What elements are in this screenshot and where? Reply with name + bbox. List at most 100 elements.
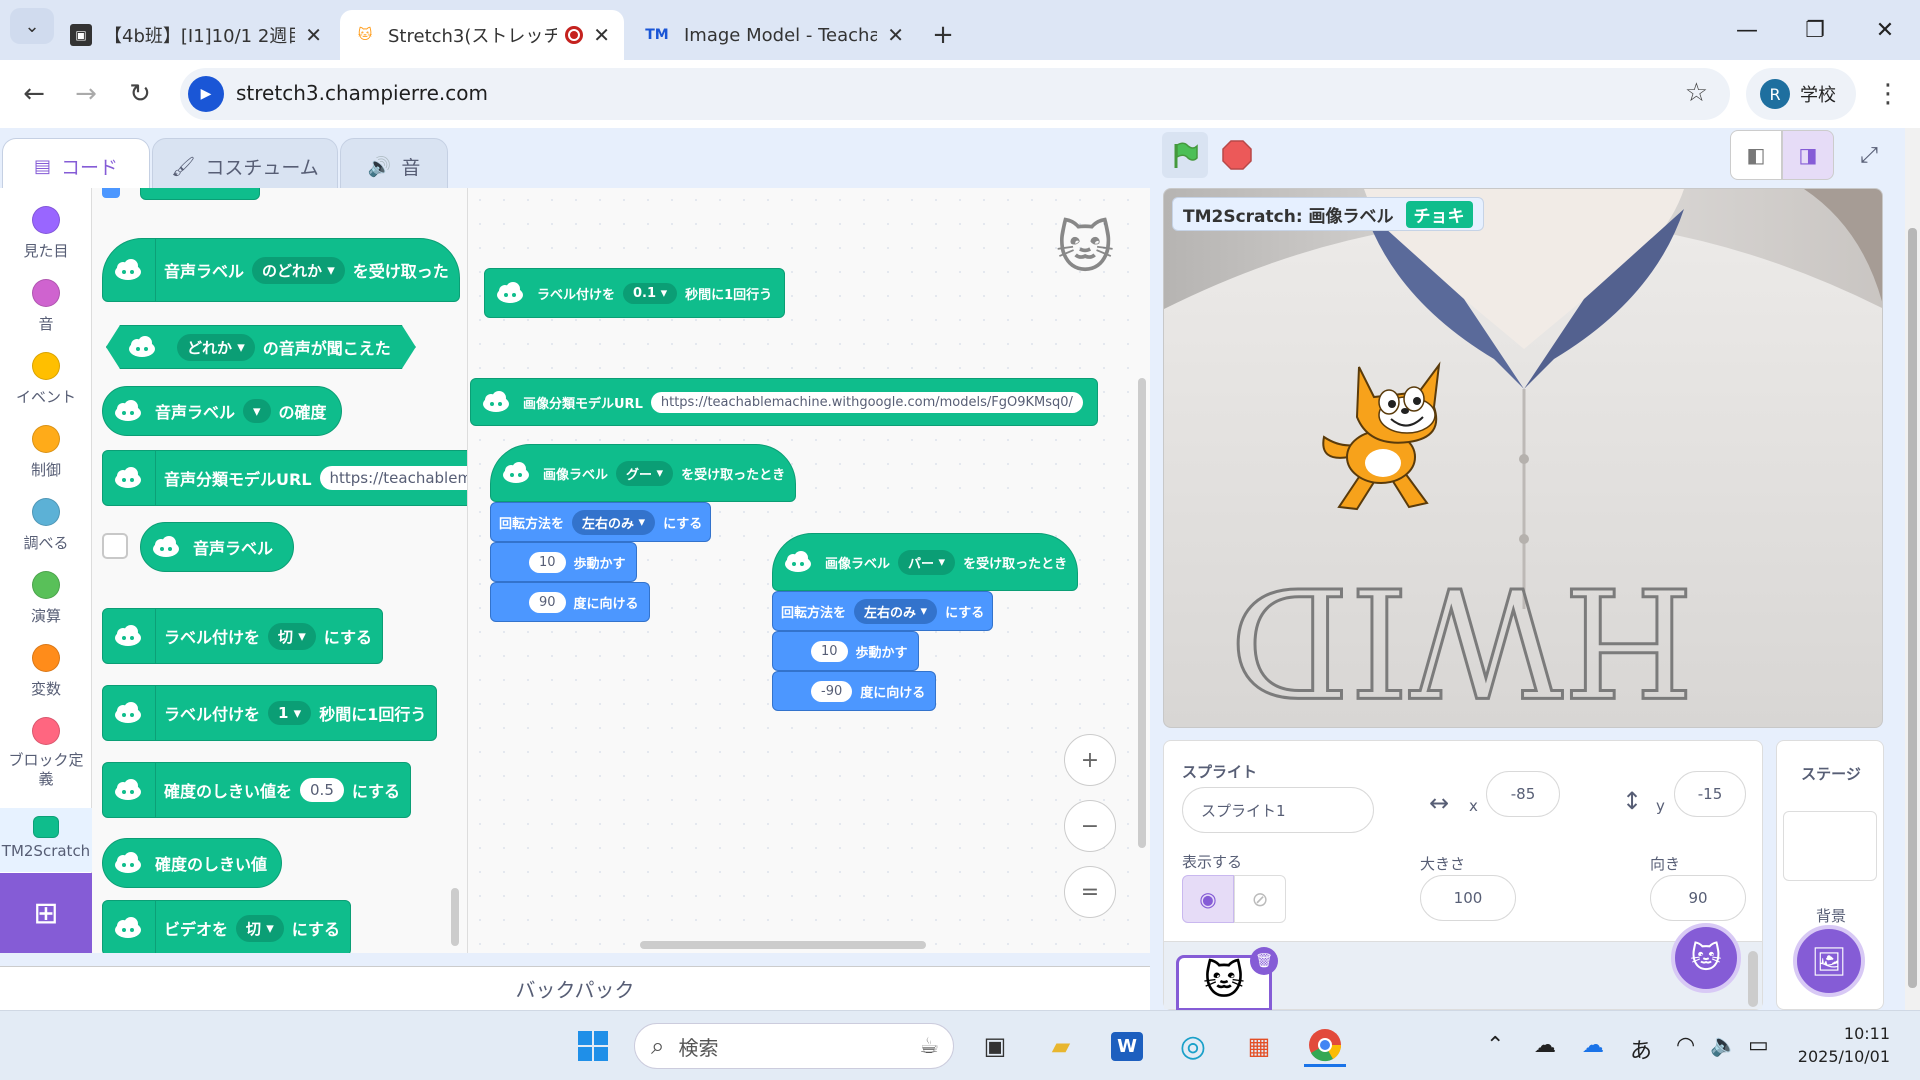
workspace-h-scrollbar[interactable] bbox=[640, 941, 926, 949]
interval-dropdown[interactable]: 0.1 ▾ bbox=[623, 282, 678, 304]
tab-stretch3[interactable]: 🐱 Stretch3(ストレッチスリー) ✕ bbox=[340, 10, 624, 60]
edge-button[interactable]: ◎ bbox=[1172, 1025, 1214, 1067]
label-dropdown[interactable]: パー ▾ bbox=[898, 549, 956, 575]
variable-monitor[interactable]: TM2Scratch: 画像ラベル チョキ bbox=[1172, 197, 1484, 231]
script-block-move-steps[interactable]: 10 歩動かす bbox=[490, 542, 637, 582]
script-block-move-steps[interactable]: 10 歩動かす bbox=[772, 631, 919, 671]
palette-block-sound-label[interactable]: 音声ラベル bbox=[140, 522, 295, 572]
scratch-cat-sprite[interactable] bbox=[1319, 357, 1469, 517]
onedrive-icon[interactable]: ☁ bbox=[1582, 1033, 1604, 1058]
video-dropdown[interactable]: 切 ▾ bbox=[236, 914, 284, 942]
label-dropdown[interactable]: グー ▾ bbox=[616, 460, 674, 486]
script-block-labeling-interval[interactable]: ラベル付けを 0.1 ▾ 秒間に1回行う bbox=[484, 268, 786, 318]
page-scrollbar[interactable] bbox=[1905, 128, 1920, 1010]
address-bar[interactable]: ▶ stretch3.champierre.com ☆ bbox=[180, 68, 1730, 120]
url-text[interactable]: stretch3.champierre.com bbox=[236, 81, 488, 105]
palette-block-video-toggle[interactable]: ビデオを 切 ▾ にする bbox=[102, 900, 351, 953]
zoom-out-button[interactable]: − bbox=[1064, 800, 1116, 852]
add-extension-button[interactable]: ⊞ bbox=[0, 873, 92, 953]
palette-block-sound-heard[interactable]: どれか ▾ の音声が聞こえた bbox=[106, 325, 416, 369]
volume-icon[interactable]: 🔈 bbox=[1710, 1033, 1737, 1058]
script-block-point-direction[interactable]: 90 度に向ける bbox=[490, 582, 650, 622]
hide-sprite-button[interactable]: ⊘ bbox=[1234, 875, 1286, 923]
new-tab-button[interactable]: + bbox=[918, 10, 968, 60]
palette-block-set-threshold[interactable]: 確度のしきい値を 0.5 にする bbox=[102, 762, 412, 818]
category-looks[interactable]: 見た目 bbox=[0, 206, 92, 261]
chrome-button[interactable] bbox=[1304, 1025, 1346, 1067]
zoom-reset-button[interactable]: = bbox=[1064, 866, 1116, 918]
minimize-button[interactable]: — bbox=[1724, 12, 1770, 48]
monitor-checkbox[interactable] bbox=[102, 533, 128, 559]
forward-button[interactable]: → bbox=[66, 74, 106, 114]
large-stage-button[interactable]: ◨ bbox=[1782, 130, 1834, 180]
close-icon[interactable]: ✕ bbox=[305, 23, 322, 47]
word-button[interactable]: W bbox=[1106, 1025, 1148, 1067]
ime-indicator[interactable]: あ bbox=[1630, 1033, 1652, 1065]
stage-canvas[interactable]: HWID TM2Scratch: 画像ラベル チョキ bbox=[1163, 188, 1883, 728]
script-block-rotation-style[interactable]: 回転方法を 左右のみ ▾ にする bbox=[490, 502, 712, 542]
direction-input[interactable]: 90 bbox=[529, 591, 566, 613]
url-input[interactable]: https://teachablemachine.withgoogle.com/… bbox=[650, 391, 1083, 413]
direction-input[interactable]: -90 bbox=[811, 680, 853, 702]
palette-block-threshold[interactable]: 確度のしきい値 bbox=[102, 838, 283, 888]
taskbar-search[interactable]: ⌕ 検索 ☕ bbox=[634, 1023, 954, 1069]
camera-icon[interactable]: ▶ bbox=[188, 76, 224, 112]
task-view-button[interactable]: ▣ bbox=[974, 1025, 1016, 1067]
category-tm2scratch[interactable]: TM2Scratch bbox=[0, 808, 92, 872]
steps-input[interactable]: 10 bbox=[811, 640, 848, 662]
size-input[interactable]: 100 bbox=[1420, 875, 1516, 921]
labeling-dropdown[interactable]: 切 ▾ bbox=[268, 622, 316, 650]
palette-scrollbar[interactable] bbox=[451, 888, 459, 946]
delete-sprite-button[interactable]: 🗑 bbox=[1250, 947, 1278, 975]
palette-block-labeling-interval[interactable]: ラベル付けを 1 ▾ 秒間に1回行う bbox=[102, 685, 438, 741]
tab-costumes[interactable]: 🖌 コスチューム bbox=[152, 138, 338, 194]
script-hat-image-label-pa[interactable]: 画像ラベル パー ▾ を受け取ったとき bbox=[772, 533, 1079, 591]
rotation-dropdown[interactable]: 左右のみ ▾ bbox=[572, 509, 656, 535]
sprite-name-input[interactable]: スプライト1 bbox=[1182, 787, 1374, 833]
category-operators[interactable]: 演算 bbox=[0, 571, 92, 626]
palette-block[interactable] bbox=[140, 188, 260, 200]
clock[interactable]: 10:11 2025/10/01 bbox=[1796, 1022, 1890, 1068]
url-input[interactable]: https://teachablem bbox=[319, 466, 467, 490]
profile-button[interactable]: R 学校 bbox=[1746, 68, 1856, 120]
palette-block-sound-model-url[interactable]: 音声分類モデルURL https://teachablem bbox=[102, 450, 467, 506]
add-backdrop-button[interactable]: 🖼 bbox=[1793, 925, 1865, 997]
steps-input[interactable]: 10 bbox=[529, 551, 566, 573]
page-scrollbar-thumb[interactable] bbox=[1908, 228, 1917, 988]
category-my-blocks[interactable]: ブロック定義 bbox=[0, 717, 92, 789]
fullscreen-button[interactable]: ⤢ bbox=[1844, 130, 1894, 180]
start-button[interactable] bbox=[572, 1025, 614, 1067]
cloud-offline-icon[interactable]: ☁ bbox=[1534, 1033, 1556, 1058]
restore-button[interactable]: ❐ bbox=[1792, 12, 1838, 48]
green-flag-button[interactable] bbox=[1162, 132, 1208, 178]
palette-block-sound-label-received[interactable]: 音声ラベル のどれか ▾ を受け取った bbox=[102, 238, 460, 302]
category-sound[interactable]: 音 bbox=[0, 279, 92, 334]
script-block-image-model-url[interactable]: 画像分類モデルURL https://teachablemachine.with… bbox=[470, 378, 1098, 426]
workspace-v-scrollbar[interactable] bbox=[1138, 378, 1146, 848]
tab-search-button[interactable]: ⌄ bbox=[10, 8, 54, 44]
label-dropdown[interactable]: ▾ bbox=[243, 399, 271, 423]
wifi-icon[interactable]: ◠ bbox=[1676, 1033, 1695, 1058]
checkbox[interactable] bbox=[102, 188, 120, 198]
menu-icon[interactable]: ⋮ bbox=[1870, 74, 1906, 114]
sprite-list-scrollbar[interactable] bbox=[1748, 951, 1758, 1007]
threshold-input[interactable]: 0.5 bbox=[300, 778, 344, 802]
y-input[interactable]: -15 bbox=[1674, 771, 1746, 817]
close-icon[interactable]: ✕ bbox=[887, 23, 904, 47]
script-block-rotation-style[interactable]: 回転方法を 左右のみ ▾ にする bbox=[772, 591, 994, 631]
store-button[interactable]: ▦ bbox=[1238, 1025, 1280, 1067]
script-hat-image-label-gu[interactable]: 画像ラベル グー ▾ を受け取ったとき bbox=[490, 444, 797, 502]
category-variables[interactable]: 変数 bbox=[0, 644, 92, 699]
battery-icon[interactable]: ▭ bbox=[1748, 1033, 1769, 1058]
tab-code[interactable]: ▤ コード bbox=[2, 138, 150, 194]
interval-dropdown[interactable]: 1 ▾ bbox=[268, 701, 312, 725]
rotation-dropdown[interactable]: 左右のみ ▾ bbox=[854, 598, 938, 624]
palette-block-labeling-toggle[interactable]: ラベル付けを 切 ▾ にする bbox=[102, 608, 383, 664]
back-button[interactable]: ← bbox=[14, 74, 54, 114]
label-dropdown[interactable]: のどれか ▾ bbox=[252, 256, 345, 284]
category-control[interactable]: 制御 bbox=[0, 425, 92, 480]
close-icon[interactable]: ✕ bbox=[593, 23, 610, 47]
direction-input[interactable]: 90 bbox=[1650, 875, 1746, 921]
bookmark-star-icon[interactable]: ☆ bbox=[1685, 78, 1708, 108]
backpack[interactable]: バックパック bbox=[0, 966, 1150, 1010]
